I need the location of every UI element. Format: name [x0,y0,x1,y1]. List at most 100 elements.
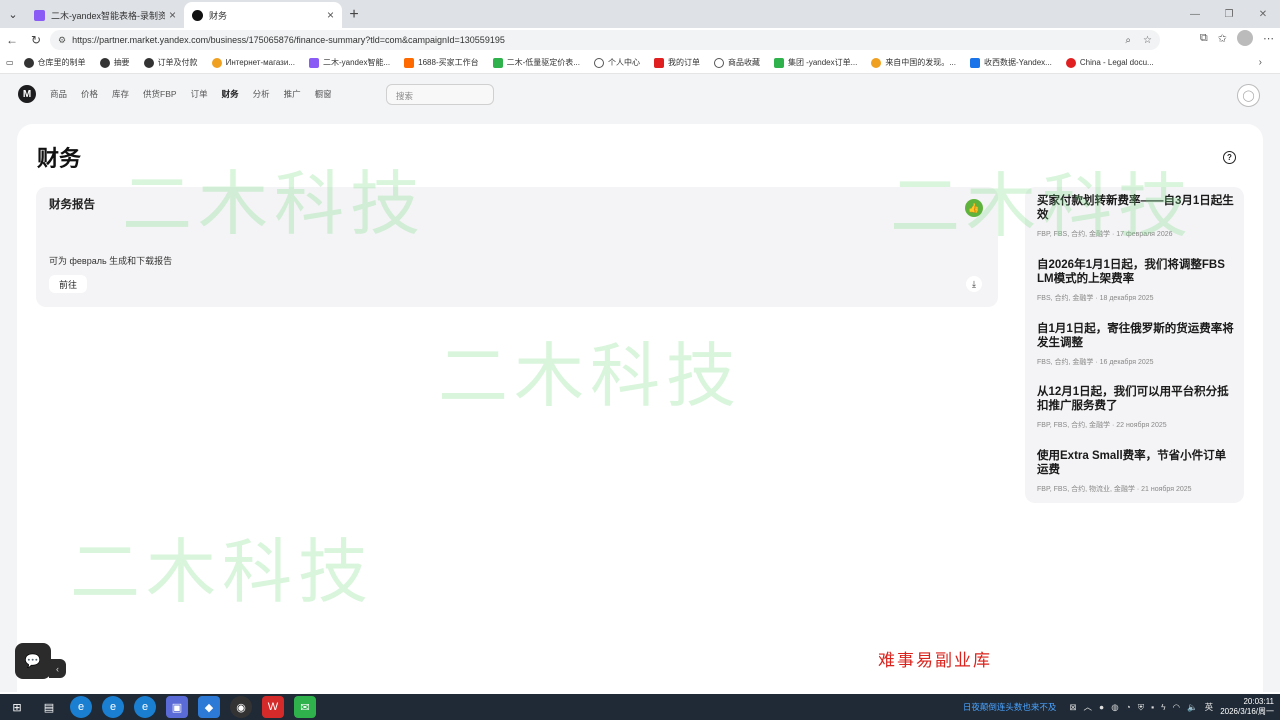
news-panel: 买家付款划转新费率——自3月1日起生效 FBP, FBS, 合约, 金融学 · … [1025,187,1244,503]
edge-browser-icon[interactable]: e [134,696,156,718]
shield-icon[interactable]: ⛨ [1138,702,1144,713]
bookmarks-overflow-chevron-icon[interactable]: › [1259,57,1262,68]
search-input[interactable]: 搜索 [386,84,494,105]
microphone-icon[interactable]: ● [1099,702,1104,712]
goto-button[interactable]: 前往 [49,275,88,293]
nav-item-showcase[interactable]: 橱窗 [315,88,332,100]
wechat-icon[interactable]: ✉ [294,696,316,718]
bookmark-label: Интернет-магази... [225,58,295,67]
app-icon[interactable]: ▣ [166,696,188,718]
wifi-icon[interactable]: ◠ [1173,702,1180,713]
market-logo[interactable]: M [18,85,36,103]
bookmark-favicon-icon [143,57,154,68]
bookmark-star-icon[interactable]: ☆ [1143,35,1152,46]
minimize-icon[interactable]: — [1178,0,1212,28]
wechat-tray-icon[interactable]: ◍ [1111,702,1118,713]
bookmark-favicon-icon [871,57,882,68]
news-meta: FBP, FBS, 合约, 物流业, 金融学 · 21 ноября 2025 [1037,486,1192,493]
tray-app-icon[interactable]: ▪ [1151,702,1154,712]
tray-app-icon[interactable]: ⊠ [1069,702,1076,713]
browser-tab-bar: ⌄ 二木-yandex智能表格-录制资料 - × 财务 × + — ❐ ✕ [0,0,1280,28]
browser-tab-2[interactable]: 财务 × [184,2,342,28]
news-meta: FBP, FBS, 合约, 金融学 · 22 ноября 2025 [1037,422,1167,429]
nav-item-prices[interactable]: 价格 [81,88,98,100]
nav-item-finance[interactable]: 财务 [222,88,239,100]
zoom-search-icon[interactable]: ⌕ [1125,35,1131,46]
bookmark-item[interactable]: 个人中心 [593,57,640,68]
url-field[interactable]: ⚙ https://partner.market.yandex.com/busi… [50,30,1160,50]
edge-browser-icon[interactable]: e [102,696,124,718]
nav-item-products[interactable]: 商品 [50,88,67,100]
tray-notice[interactable]: 日夜颠倒连头数也来不及 [963,701,1057,713]
news-item[interactable]: 使用Extra Small费率，节省小件订单运费 FBP, FBS, 合约, 物… [1037,450,1235,494]
bookmark-item[interactable]: 仓库里的制单 [23,57,86,68]
system-clock[interactable]: 20:03:11 2026/3/16/周一 [1220,697,1274,717]
news-title: 从12月1日起，我们可以用平台积分抵扣推广服务费了 [1037,386,1229,412]
obs-icon[interactable]: ◉ [230,696,252,718]
close-window-icon[interactable]: ✕ [1246,0,1280,28]
bookmark-item[interactable]: 二木-低量驱定价表... [492,57,580,68]
news-item[interactable]: 买家付款划转新费率——自3月1日起生效 FBP, FBS, 合约, 金融学 · … [1037,195,1235,239]
bookmark-item[interactable]: 商品收藏 [713,57,760,68]
bookmark-item[interactable]: China - Legal docu... [1065,57,1154,68]
bookmark-item[interactable]: 二木-yandex智能... [309,57,390,68]
bookmark-item[interactable]: 收西数据-Yandex... [969,57,1052,68]
news-item[interactable]: 自1月1日起，寄往俄罗斯的货运费率将发生调整 FBS, 合约, 金融学 · 16… [1037,323,1235,367]
nav-item-orders[interactable]: 订单 [191,88,208,100]
notepad-icon[interactable]: ▤ [38,696,60,718]
browser-tab-1[interactable]: 二木-yandex智能表格-录制资料 - × [26,2,184,28]
bookmark-item[interactable]: Интернет-магази... [211,57,295,68]
power-icon[interactable]: ϟ [1161,702,1166,712]
windows-start-icon[interactable]: ⊞ [6,696,28,718]
wps-icon[interactable]: W [262,696,284,718]
tab-favicon-icon [192,9,203,21]
close-tab-icon[interactable]: × [169,8,176,22]
favorites-icon[interactable]: ✩ [1218,32,1227,45]
new-tab-button[interactable]: + [342,2,366,28]
bookmark-item[interactable]: 1688-买家工作台 [404,57,479,68]
bookmark-folder-icon[interactable]: ▭ [6,58,14,67]
nav-item-promotion[interactable]: 推广 [284,88,301,100]
tab-list-chevron-icon[interactable]: ⌄ [0,0,26,28]
bookmarks-bar: ▭ 仓库里的制单 抽要 订单及付款 Интернет-магази... 二木-… [0,52,1280,74]
speaker-icon[interactable]: 🔈 [1187,702,1198,713]
bookmark-favicon-icon [492,57,503,68]
thumbs-up-icon[interactable]: 👍 [965,199,983,217]
bookmark-favicon-icon [969,57,980,68]
site-info-icon[interactable]: ⚙ [58,35,66,46]
chat-bubble-icon[interactable]: 💬 [15,643,51,679]
ime-indicator[interactable]: 英 [1205,701,1214,713]
edge-browser-icon[interactable]: e [70,696,92,718]
bookmark-item[interactable]: 来自中国的发现。... [871,57,956,68]
bookmark-item[interactable]: 集团 -yandex订单... [773,57,857,68]
tray-overflow-icon[interactable]: ︿ [1084,701,1093,713]
bookmark-favicon-icon [99,57,110,68]
page-title: 财务 [37,146,82,171]
bookmark-label: 二木-yandex智能... [323,58,391,67]
bookmark-item[interactable]: 订单及付款 [143,57,198,68]
os-taskbar: ⊞ ▤ e e e ▣ ◆ ◉ W ✉ 日夜颠倒连头数也来不及 ⊠ ︿ ● ◍ … [0,694,1280,720]
download-icon[interactable]: ⤓ [966,276,982,292]
news-title: 使用Extra Small费率，节省小件订单运费 [1037,450,1227,476]
extensions-icon[interactable]: ⧉ [1200,32,1208,45]
nav-item-fbp-supply[interactable]: 供货FBP [143,88,177,100]
help-icon[interactable]: ? [1223,151,1236,164]
close-tab-icon[interactable]: × [327,8,334,22]
nav-item-analytics[interactable]: 分析 [253,88,270,100]
app-icon[interactable]: ◆ [198,696,220,718]
bookmark-item[interactable]: 抽要 [99,57,130,68]
news-item[interactable]: 自2026年1月1日起，我们将调整FBS LM模式的上架费率 FBS, 合约, … [1037,259,1235,303]
user-avatar[interactable]: ◯ [1237,84,1260,107]
tray-app-icon[interactable]: ◔ [1126,702,1131,712]
top-navigation: M 商品 价格 库存 供货FBP 订单 财务 分析 推广 橱窗 搜索 ◯ [0,74,1280,116]
more-menu-icon[interactable]: ⋯ [1263,32,1274,45]
news-item[interactable]: 从12月1日起，我们可以用平台积分抵扣推广服务费了 FBP, FBS, 合约, … [1037,386,1235,430]
bookmark-label: 我的订单 [667,58,700,67]
bookmark-item[interactable]: 我的订单 [653,57,700,68]
chevron-left-icon[interactable]: ‹ [49,659,66,678]
reload-icon[interactable]: ↻ [24,28,48,52]
back-arrow-icon[interactable]: ← [0,28,24,52]
nav-item-stock[interactable]: 库存 [112,88,129,100]
profile-avatar[interactable] [1237,30,1253,46]
restore-icon[interactable]: ❐ [1212,0,1246,28]
